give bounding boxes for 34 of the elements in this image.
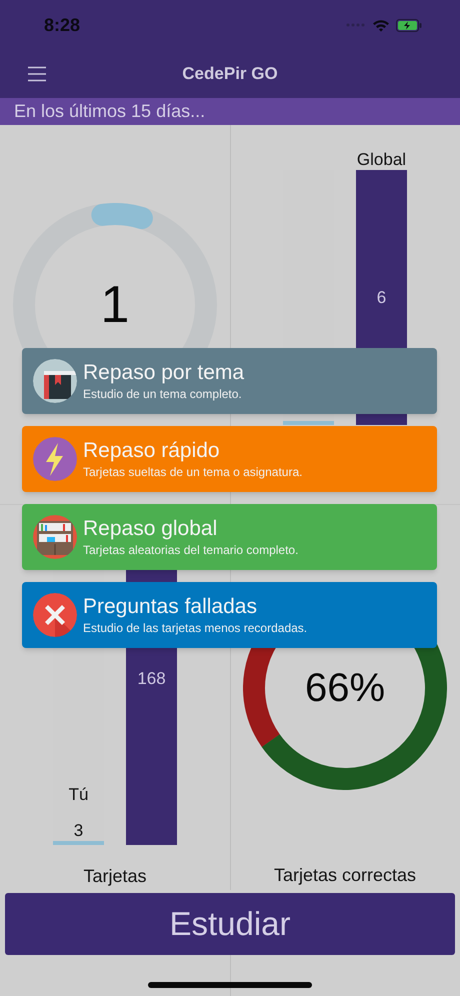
card-title: Repaso por tema	[83, 360, 244, 386]
study-mode-card[interactable]: Preguntas falladas Estudio de las tarjetas menos recordadas.	[22, 582, 437, 648]
study-button[interactable]: Estudiar	[5, 893, 455, 955]
period-banner: En los últimos 15 días...	[0, 98, 460, 125]
wifi-icon	[372, 18, 390, 32]
study-mode-card[interactable]: Repaso rápido Tarjetas sueltas de un tema o asignatura.	[22, 426, 437, 492]
card-subtitle: Tarjetas aleatorias del temario completo.	[83, 542, 298, 558]
card-subtitle: Estudio de un tema completo.	[83, 386, 243, 402]
ring-value: 1	[100, 279, 130, 331]
status-time: 8:28	[44, 14, 80, 36]
book-icon	[33, 359, 77, 403]
card-title: Preguntas falladas	[83, 594, 258, 620]
bar-label: Tú	[68, 785, 88, 806]
study-mode-card[interactable]: Repaso por tema Estudio de un tema completo.	[22, 348, 437, 414]
menu-icon	[27, 66, 47, 82]
card-title: Repaso rápido	[83, 438, 221, 464]
stat-label: Tarjetas correctas	[274, 864, 416, 887]
stat-label: Tarjetas	[83, 865, 147, 888]
signal-icon	[346, 22, 366, 28]
ring-value: 66%	[304, 668, 386, 708]
menu-button[interactable]	[27, 66, 47, 82]
card-title: Repaso global	[83, 516, 218, 542]
card-subtitle: Tarjetas sueltas de un tema o asignatura.	[83, 464, 302, 480]
card-subtitle: Estudio de las tarjetas menos recordadas.	[83, 620, 308, 636]
bar-label: Global	[356, 150, 406, 170]
bar-value: 6	[376, 286, 386, 309]
bar-value: 3	[74, 821, 84, 842]
bookshelf-icon	[33, 515, 77, 559]
lightning-icon	[33, 437, 77, 481]
battery-icon	[396, 18, 422, 32]
cross-icon	[33, 593, 77, 637]
bar-value: 168	[137, 668, 166, 690]
study-mode-card[interactable]: Repaso global Tarjetas aleatorias del temario completo.	[22, 504, 437, 570]
app-title: CedePir GO	[182, 63, 278, 86]
